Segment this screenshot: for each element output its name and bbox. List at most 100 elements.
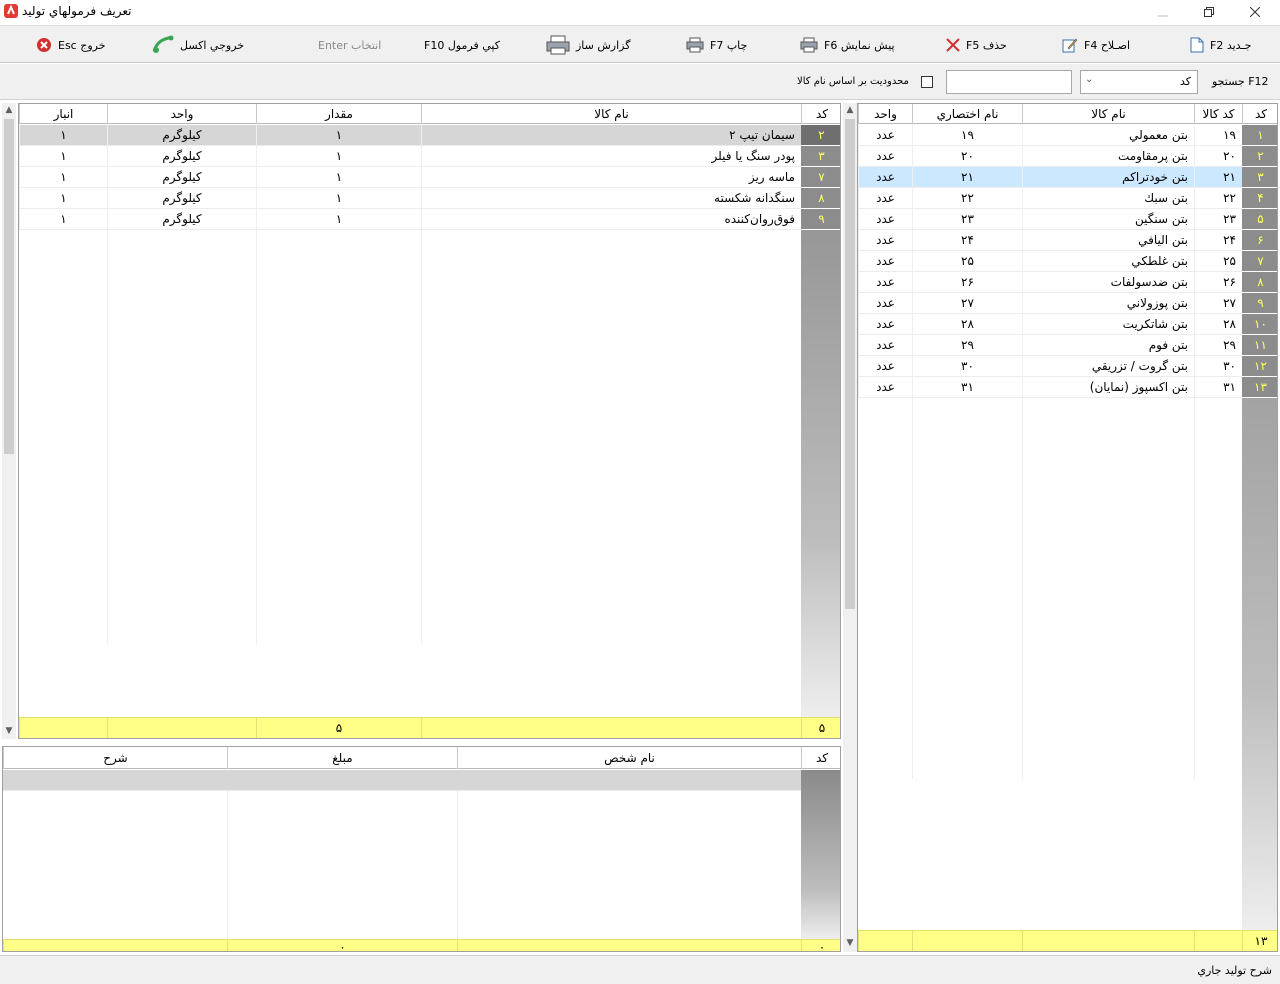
product-name-cell: بتن اكسپوز (نمايان) (1022, 377, 1194, 397)
row-indicator-cell[interactable]: ١٣ (1242, 377, 1277, 398)
row-indicator-cell[interactable]: ٨ (801, 188, 840, 209)
row-indicator-cell[interactable]: ٣ (801, 146, 840, 167)
materials-grid: انبار واحد مقدار نام كالا كد ٢ ١ كيلوگرم ١ س… (18, 103, 841, 739)
col-header-product-code[interactable]: كد كالا (1194, 104, 1242, 124)
select-button[interactable]: انتخاب Enter (318, 32, 381, 58)
product-row[interactable]: عدد ١٩ بتن معمولي ١٩ (858, 125, 1242, 146)
excel-export-button[interactable]: خروجي اكسل (152, 32, 244, 58)
unit-cell: عدد (858, 293, 912, 313)
scrollbar-thumb[interactable] (4, 119, 14, 454)
col-header-quantity[interactable]: مقدار (256, 104, 421, 124)
row-indicator-cell[interactable]: ٢ (1242, 146, 1277, 167)
material-row[interactable]: ١ كيلوگرم ١ ماسه ريز (19, 167, 801, 188)
col-header-unit[interactable]: واحد (107, 104, 256, 124)
row-indicator-cell[interactable]: ٢ (801, 125, 840, 146)
product-row[interactable]: عدد ٢۵ بتن غلطكي ٢۵ (858, 251, 1242, 272)
close-icon (1250, 7, 1260, 17)
row-indicator-cell[interactable]: ٨ (1242, 272, 1277, 293)
unit-cell: عدد (858, 125, 912, 145)
minimize-button[interactable] (1140, 0, 1186, 24)
unit-cell: عدد (858, 272, 912, 292)
restore-button[interactable] (1186, 0, 1232, 24)
row-indicator-cell[interactable]: ۴ (1242, 188, 1277, 209)
limit-by-name-checkbox[interactable] (921, 76, 933, 88)
material-row[interactable]: ١ كيلوگرم ١ سنگدانه شكسته (19, 188, 801, 209)
product-row[interactable]: عدد ٢٨ بتن شاتكريت ٢٨ (858, 314, 1242, 335)
col-header-unit[interactable]: واحد (858, 104, 912, 124)
copy-formula-button[interactable]: كپي فرمول F10 (424, 32, 500, 58)
row-indicator-cell[interactable]: ٧ (1242, 251, 1277, 272)
report-builder-button[interactable]: گزارش ساز (546, 32, 630, 58)
products-scrollbar[interactable]: ▲ ▼ (843, 103, 857, 952)
footer-cell (19, 718, 107, 738)
col-header-material-name[interactable]: نام كالا (421, 104, 801, 124)
grid-line (227, 791, 228, 941)
close-window-button[interactable] (1232, 0, 1278, 24)
product-row[interactable]: عدد ٢٣ بتن سنگين ٢٣ (858, 209, 1242, 230)
material-row[interactable]: ١ كيلوگرم ١ پودر سنگ يا فيلر (19, 146, 801, 167)
costs-empty-row[interactable] (3, 770, 801, 791)
material-row[interactable]: ١ كيلوگرم ١ فوق‌روان‌كننده (19, 209, 801, 230)
unit-cell: كيلوگرم (107, 188, 256, 208)
scroll-down-icon[interactable]: ▼ (843, 936, 857, 950)
product-row[interactable]: عدد ٢۴ بتن الیافي ٢۴ (858, 230, 1242, 251)
search-input[interactable] (946, 70, 1072, 94)
store-cell: ١ (19, 209, 107, 229)
product-row[interactable]: عدد ٢٧ بتن پوزولاني ٢٧ (858, 293, 1242, 314)
product-name-cell: بتن خودتراكم (1022, 167, 1194, 187)
col-header-cost-code[interactable]: كد (801, 747, 840, 769)
short-name-cell: ٢۴ (912, 230, 1022, 250)
product-code-cell: ٢۴ (1194, 230, 1242, 250)
scrollbar-thumb[interactable] (845, 119, 855, 609)
title-bar: تعريف فرمولهاي توليد (0, 0, 1280, 24)
row-indicator-cell[interactable]: ۵ (1242, 209, 1277, 230)
print-button[interactable]: چاپ F7 (686, 32, 747, 58)
product-row[interactable]: عدد ٢۶ بتن ضدسولفات ٢۶ (858, 272, 1242, 293)
row-indicator-cell[interactable]: ٩ (1242, 293, 1277, 314)
copy-formula-label: كپي فرمول F10 (424, 38, 500, 52)
exit-button[interactable]: خروج Esc (36, 32, 106, 58)
col-header-person-name[interactable]: نام شخص (457, 747, 801, 769)
edit-label: اصـلاح F4 (1084, 38, 1131, 52)
scroll-down-icon[interactable]: ▼ (2, 724, 16, 738)
col-header-row-code[interactable]: كد (1242, 104, 1277, 124)
select-label: انتخاب Enter (318, 38, 382, 52)
edit-button[interactable]: اصـلاح F4 (1062, 32, 1130, 58)
scroll-up-icon[interactable]: ▲ (2, 103, 16, 117)
row-indicator-cell[interactable]: ٩ (801, 209, 840, 230)
col-header-product-name[interactable]: نام كالا (1022, 104, 1194, 124)
product-row[interactable]: عدد ٢٢ بتن سبك ٢٢ (858, 188, 1242, 209)
row-indicator-cell[interactable]: ٣ (1242, 167, 1277, 188)
product-row[interactable]: عدد ٢١ بتن خودتراكم ٢١ (858, 167, 1242, 188)
col-header-store[interactable]: انبار (19, 104, 107, 124)
toolbar: خروج Esc خروجي اكسل انتخاب Enter كپي فرم… (0, 25, 1280, 63)
print-preview-button[interactable]: پيش نمايش F6 (800, 32, 895, 58)
row-indicator-cell[interactable]: ١ (1242, 125, 1277, 146)
delete-button[interactable]: حذف F5 (946, 32, 1007, 58)
materials-scrollbar[interactable]: ▲ ▼ (2, 103, 16, 739)
delete-icon (946, 38, 960, 52)
product-row[interactable]: عدد ٣١ بتن اكسپوز (نمايان) ٣١ (858, 377, 1242, 398)
product-code-cell: ٢۵ (1194, 251, 1242, 271)
product-name-cell: بتن گروت / تزريقي (1022, 356, 1194, 376)
search-field-select[interactable]: كد ⌄ (1080, 70, 1198, 94)
edit-icon (1062, 38, 1078, 53)
material-row[interactable]: ١ كيلوگرم ١ سيمان تيپ ٢ (19, 125, 801, 146)
col-header-short-name[interactable]: نام اختصاري (912, 104, 1022, 124)
row-indicator-cell[interactable]: ٧ (801, 167, 840, 188)
product-row[interactable]: عدد ٢٩ بتن فوم ٢٩ (858, 335, 1242, 356)
row-indicator-column (801, 770, 840, 940)
col-header-material-code[interactable]: كد (801, 104, 840, 124)
col-header-amount[interactable]: مبلغ (227, 747, 457, 769)
product-row[interactable]: عدد ٢٠ بتن پرمقاومت ٢٠ (858, 146, 1242, 167)
new-button[interactable]: جـديد F2 (1190, 32, 1251, 58)
col-header-description[interactable]: شرح (3, 747, 227, 769)
quantity-cell: ١ (256, 209, 421, 229)
row-indicator-cell[interactable]: ۶ (1242, 230, 1277, 251)
scroll-up-icon[interactable]: ▲ (843, 103, 857, 117)
product-code-cell: ٢٩ (1194, 335, 1242, 355)
row-indicator-cell[interactable]: ١٢ (1242, 356, 1277, 377)
row-indicator-cell[interactable]: ١١ (1242, 335, 1277, 356)
row-indicator-cell[interactable]: ١٠ (1242, 314, 1277, 335)
product-row[interactable]: عدد ٣٠ بتن گروت / تزريقي ٣٠ (858, 356, 1242, 377)
